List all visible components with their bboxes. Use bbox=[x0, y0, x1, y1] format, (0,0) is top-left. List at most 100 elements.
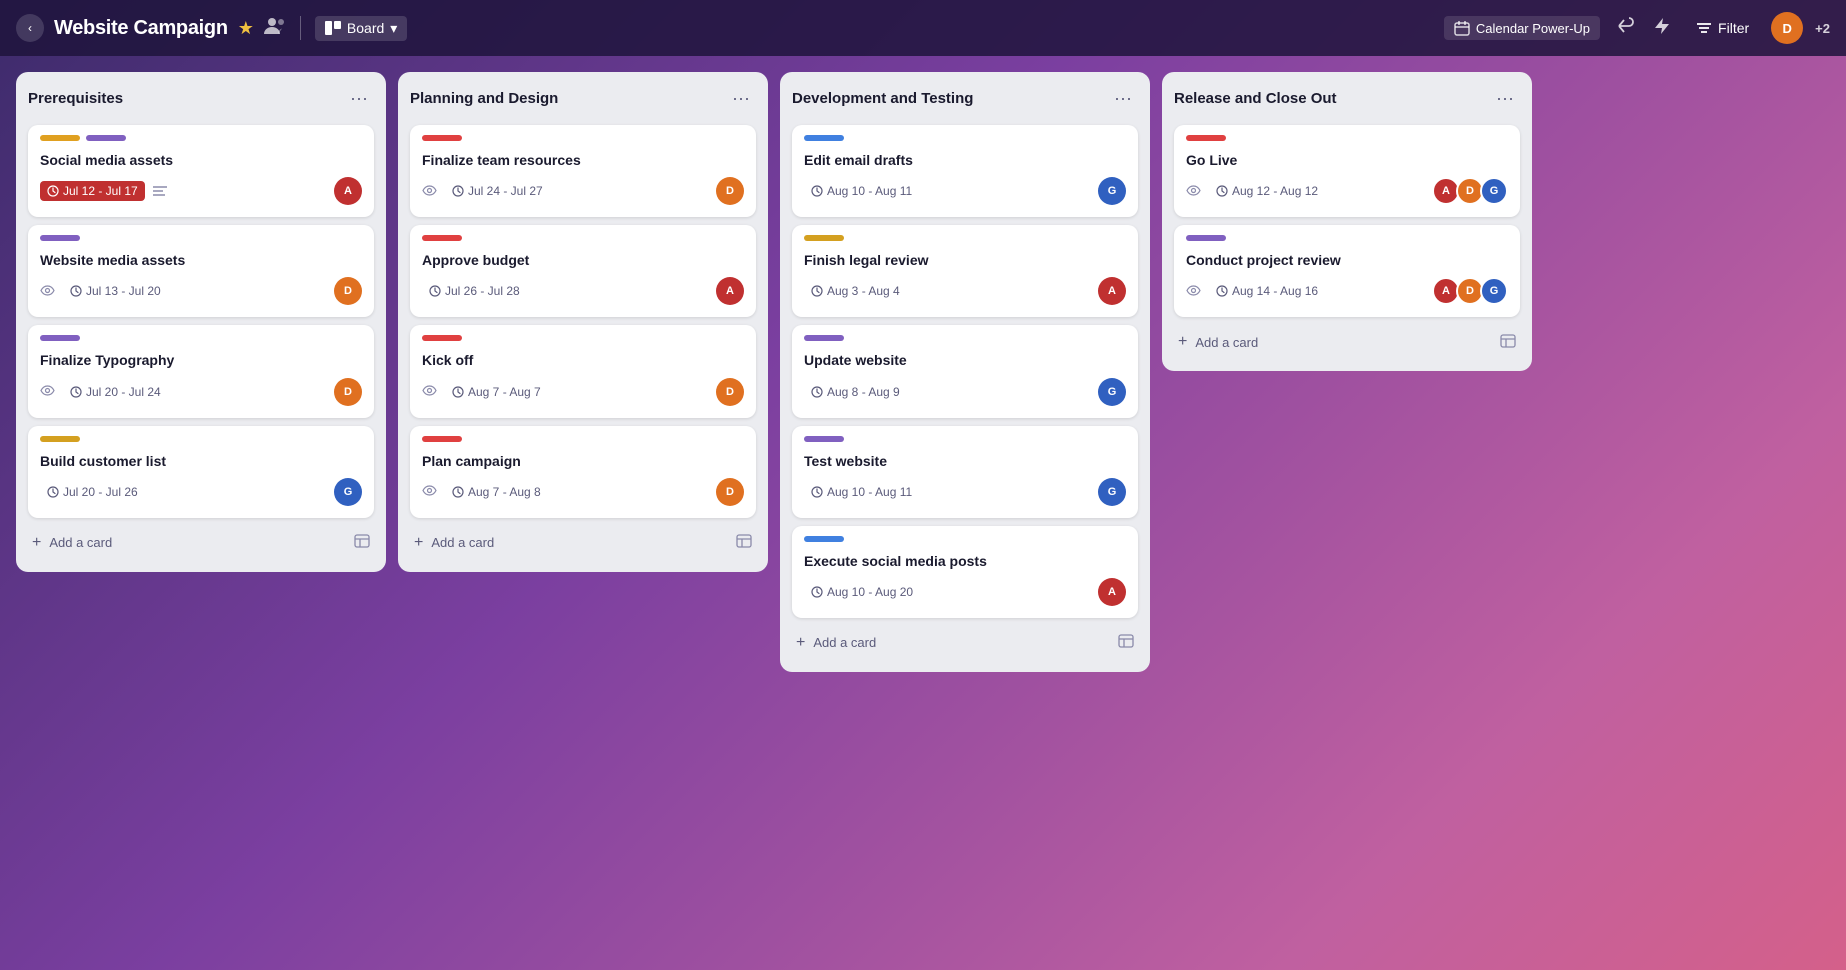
card-plan-campaign[interactable]: Plan campaign Aug 7 - Aug 8 D bbox=[410, 426, 756, 518]
card-finalize-team[interactable]: Finalize team resources Jul 24 - Jul 27 … bbox=[410, 125, 756, 217]
avatar-finish-legal: A bbox=[1098, 277, 1126, 305]
card-execute-social[interactable]: Execute social media posts Aug 10 - Aug … bbox=[792, 526, 1138, 618]
add-card-left: + Add a card bbox=[796, 634, 876, 652]
card-tags bbox=[804, 436, 1126, 444]
card-tags bbox=[40, 235, 362, 243]
card-footer-left: Aug 7 - Aug 7 bbox=[422, 382, 548, 402]
eye-icon bbox=[422, 484, 437, 499]
lightning-icon[interactable] bbox=[1650, 13, 1674, 44]
header-left: ‹ Website Campaign ★ Board ▾ bbox=[16, 14, 1434, 42]
column-header-development: Development and Testing ··· bbox=[792, 84, 1138, 117]
template-icon-release[interactable] bbox=[1500, 334, 1516, 351]
card-update-website[interactable]: Update website Aug 8 - Aug 9 G bbox=[792, 325, 1138, 417]
template-icon-prerequisites[interactable] bbox=[354, 534, 370, 551]
filter-button[interactable]: Filter bbox=[1686, 16, 1759, 40]
column-menu-planning[interactable]: ··· bbox=[726, 86, 756, 111]
eye-icon bbox=[422, 384, 437, 399]
avatar-plus-count[interactable]: +2 bbox=[1815, 21, 1830, 36]
eye-icon bbox=[1186, 284, 1201, 299]
card-footer-website-media: Jul 13 - Jul 20 D bbox=[40, 277, 362, 305]
card-tag bbox=[422, 135, 462, 141]
card-tag bbox=[1186, 235, 1226, 241]
plus-icon: + bbox=[32, 534, 41, 552]
card-title-execute-social: Execute social media posts bbox=[804, 552, 1126, 570]
add-card-left: + Add a card bbox=[1178, 333, 1258, 351]
card-tags bbox=[40, 335, 362, 343]
add-card-label-prerequisites: Add a card bbox=[49, 535, 112, 550]
card-test-website[interactable]: Test website Aug 10 - Aug 11 G bbox=[792, 426, 1138, 518]
card-approve-budget[interactable]: Approve budget Jul 26 - Jul 28 A bbox=[410, 225, 756, 317]
avatar-execute-social: A bbox=[1098, 578, 1126, 606]
card-tag bbox=[804, 135, 844, 141]
card-website-media[interactable]: Website media assets Jul 13 - Jul 20 D bbox=[28, 225, 374, 317]
card-kick-off[interactable]: Kick off Aug 7 - Aug 7 D bbox=[410, 325, 756, 417]
card-footer-left: Aug 3 - Aug 4 bbox=[804, 281, 907, 301]
board-view-button[interactable]: Board ▾ bbox=[315, 16, 407, 41]
card-tags bbox=[1186, 235, 1508, 243]
avatar-g: G bbox=[1480, 277, 1508, 305]
eye-icon bbox=[40, 284, 55, 299]
column-title-planning: Planning and Design bbox=[410, 90, 558, 107]
card-title-plan-campaign: Plan campaign bbox=[422, 452, 744, 470]
avatar-social-media: A bbox=[334, 177, 362, 205]
card-title-approve-budget: Approve budget bbox=[422, 251, 744, 269]
add-card-prerequisites[interactable]: + Add a card bbox=[28, 526, 374, 560]
star-icon[interactable]: ★ bbox=[238, 18, 254, 39]
card-tag bbox=[804, 436, 844, 442]
avatar-group: ADG bbox=[1432, 177, 1508, 205]
date-badge-conduct-review: Aug 14 - Aug 16 bbox=[1209, 281, 1325, 301]
column-menu-prerequisites[interactable]: ··· bbox=[344, 86, 374, 111]
date-badge-update-website: Aug 8 - Aug 9 bbox=[804, 382, 907, 402]
card-footer-left: Jul 20 - Jul 24 bbox=[40, 382, 168, 402]
add-card-left: + Add a card bbox=[414, 534, 494, 552]
card-finish-legal[interactable]: Finish legal review Aug 3 - Aug 4 A bbox=[792, 225, 1138, 317]
card-edit-email[interactable]: Edit email drafts Aug 10 - Aug 11 G bbox=[792, 125, 1138, 217]
date-badge-edit-email: Aug 10 - Aug 11 bbox=[804, 181, 919, 201]
card-tags bbox=[804, 235, 1126, 243]
people-icon[interactable] bbox=[264, 17, 286, 40]
card-build-customer[interactable]: Build customer list Jul 20 - Jul 26 G bbox=[28, 426, 374, 518]
card-footer-approve-budget: Jul 26 - Jul 28 A bbox=[422, 277, 744, 305]
add-card-release[interactable]: + Add a card bbox=[1174, 325, 1520, 359]
collapse-button[interactable]: ‹ bbox=[16, 14, 44, 42]
card-title-social-media: Social media assets bbox=[40, 151, 362, 169]
card-social-media[interactable]: Social media assets Jul 12 - Jul 17 A bbox=[28, 125, 374, 217]
card-footer-finalize-typography: Jul 20 - Jul 24 D bbox=[40, 378, 362, 406]
template-icon-planning[interactable] bbox=[736, 534, 752, 551]
calendar-powerup-button[interactable]: Calendar Power-Up bbox=[1444, 16, 1600, 40]
column-menu-development[interactable]: ··· bbox=[1108, 86, 1138, 111]
card-tag bbox=[40, 335, 80, 341]
avatar-d[interactable]: D bbox=[1771, 12, 1803, 44]
column-release: Release and Close Out ··· Go Live Aug 12… bbox=[1162, 72, 1532, 371]
avatar-plan-campaign: D bbox=[716, 478, 744, 506]
add-card-development[interactable]: + Add a card bbox=[792, 626, 1138, 660]
card-footer-update-website: Aug 8 - Aug 9 G bbox=[804, 378, 1126, 406]
card-footer-finish-legal: Aug 3 - Aug 4 A bbox=[804, 277, 1126, 305]
column-title-release: Release and Close Out bbox=[1174, 90, 1337, 107]
card-conduct-review[interactable]: Conduct project review Aug 14 - Aug 16 A… bbox=[1174, 225, 1520, 317]
header-right: Calendar Power-Up Filter D +2 bbox=[1444, 12, 1830, 44]
share-icon[interactable] bbox=[1612, 13, 1638, 44]
card-title-finalize-typography: Finalize Typography bbox=[40, 351, 362, 369]
card-tags bbox=[804, 335, 1126, 343]
avatar-test-website: G bbox=[1098, 478, 1126, 506]
avatar-approve-budget: A bbox=[716, 277, 744, 305]
add-card-planning[interactable]: + Add a card bbox=[410, 526, 756, 560]
card-finalize-typography[interactable]: Finalize Typography Jul 20 - Jul 24 D bbox=[28, 325, 374, 417]
card-title-go-live: Go Live bbox=[1186, 151, 1508, 169]
card-title-conduct-review: Conduct project review bbox=[1186, 251, 1508, 269]
card-tags bbox=[1186, 135, 1508, 143]
calendar-label: Calendar Power-Up bbox=[1476, 21, 1590, 36]
column-header-prerequisites: Prerequisites ··· bbox=[28, 84, 374, 117]
board-content: Prerequisites ··· Social media assets Ju… bbox=[0, 56, 1846, 970]
avatar-finalize-typography: D bbox=[334, 378, 362, 406]
card-go-live[interactable]: Go Live Aug 12 - Aug 12 ADG bbox=[1174, 125, 1520, 217]
plus-icon: + bbox=[1178, 333, 1187, 351]
template-icon-development[interactable] bbox=[1118, 634, 1134, 651]
column-title-prerequisites: Prerequisites bbox=[28, 90, 123, 107]
card-footer-social-media: Jul 12 - Jul 17 A bbox=[40, 177, 362, 205]
card-tags bbox=[422, 335, 744, 343]
eye-icon bbox=[1186, 184, 1201, 199]
chevron-down-icon: ▾ bbox=[390, 20, 397, 37]
column-menu-release[interactable]: ··· bbox=[1490, 86, 1520, 111]
